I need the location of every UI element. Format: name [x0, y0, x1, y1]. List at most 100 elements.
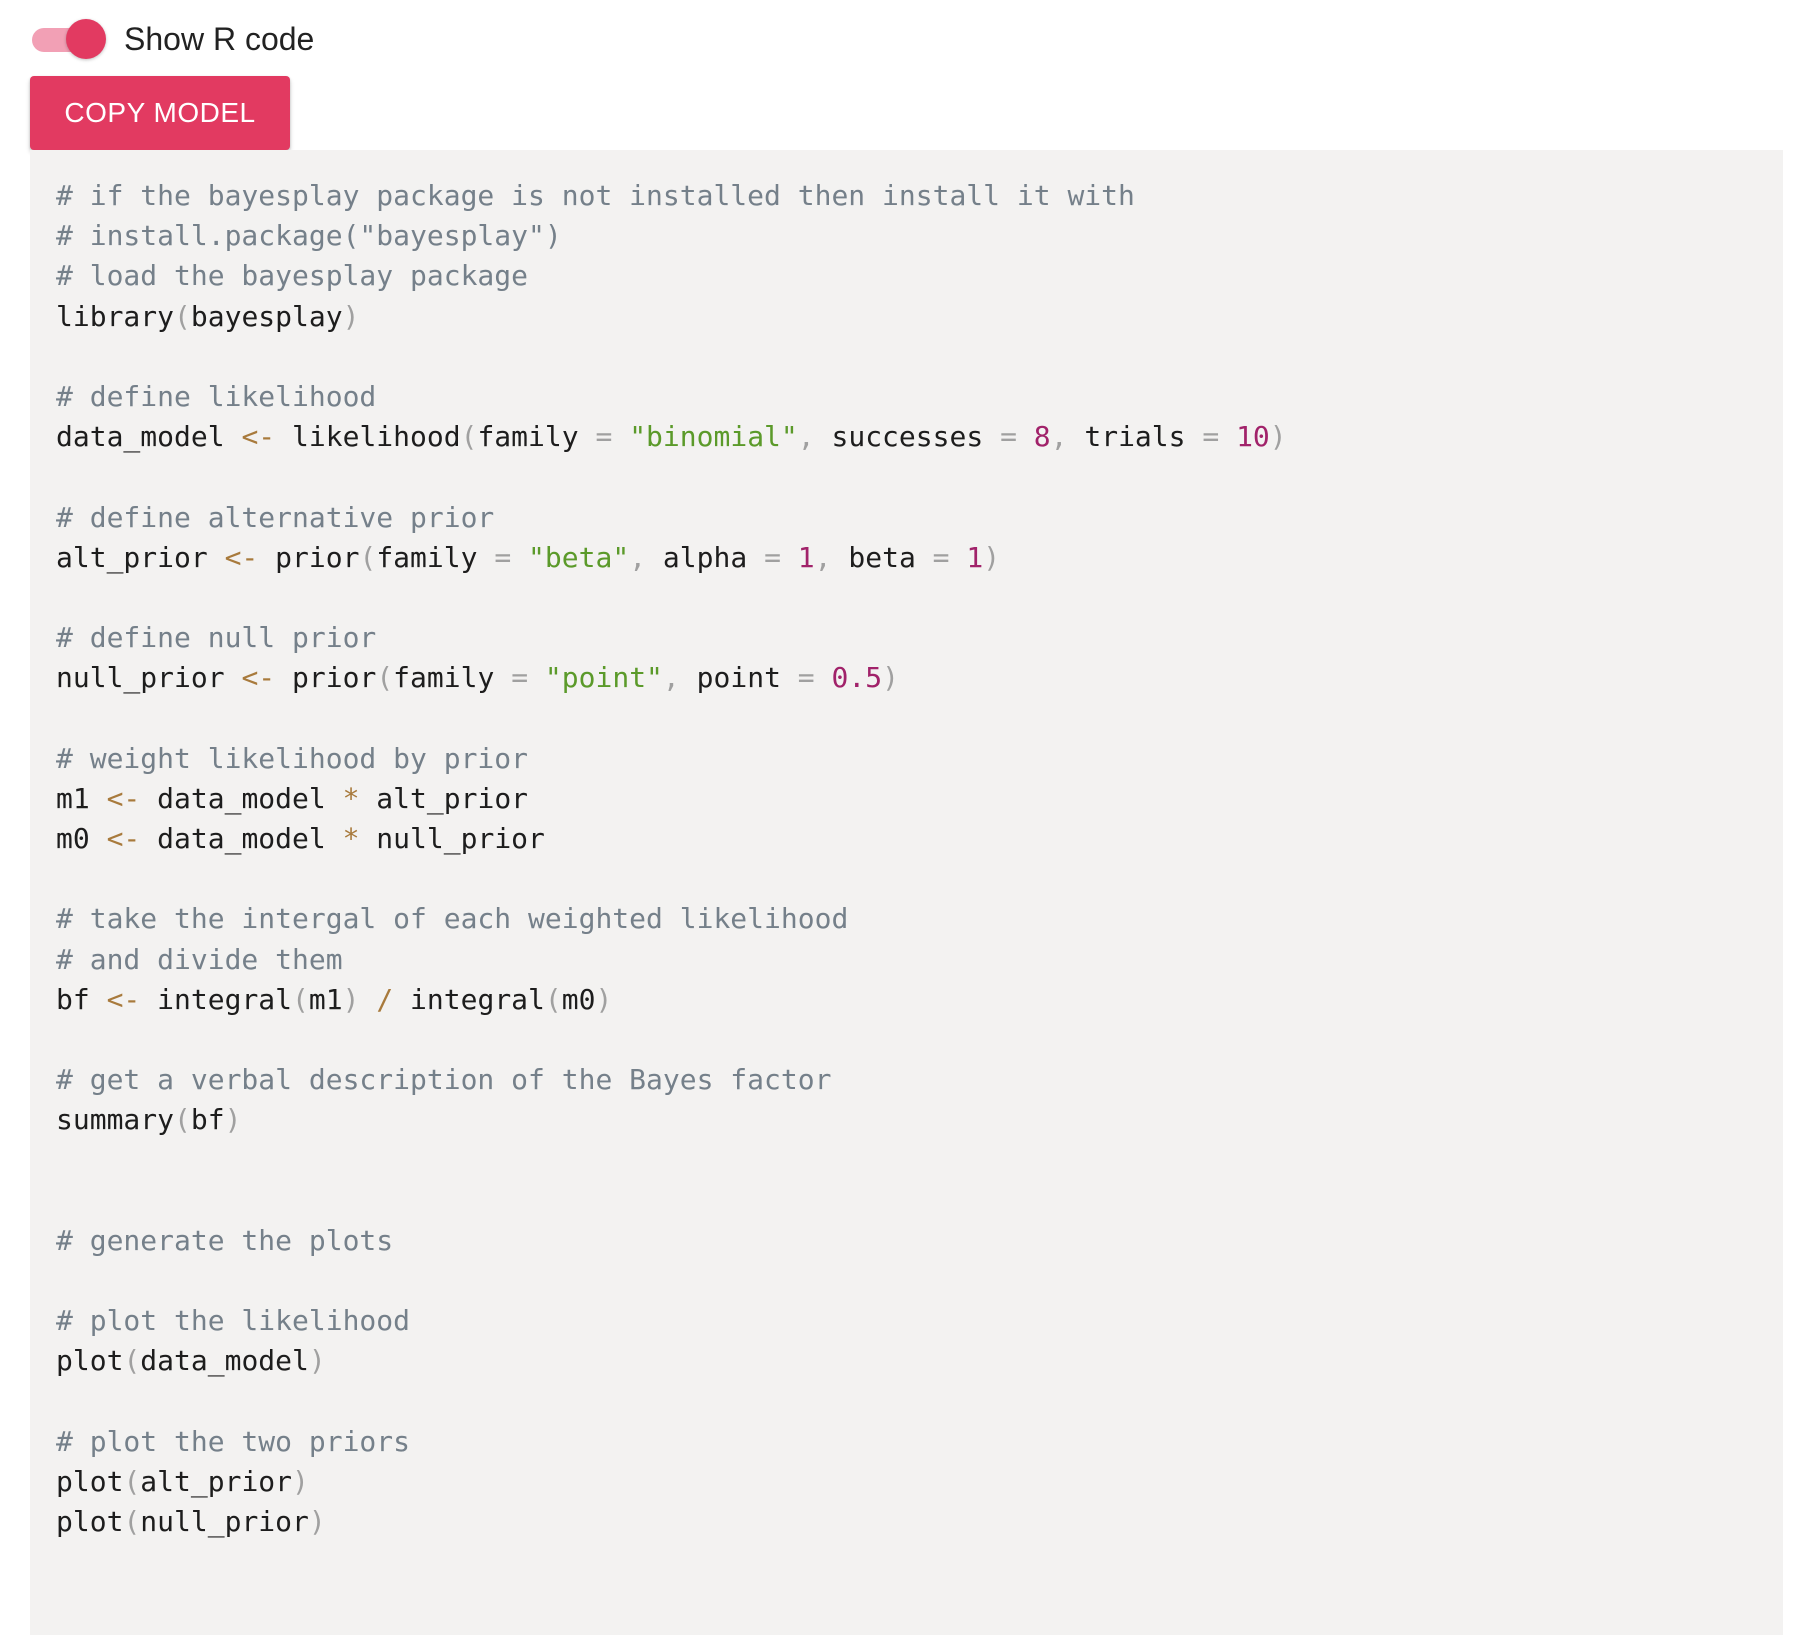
code-token-plain: successes: [814, 420, 1001, 454]
code-token-punct: =: [511, 661, 529, 695]
code-line: m0 <- data_model * null_prior: [56, 819, 1783, 859]
code-token-plain: family: [393, 661, 512, 695]
code-token-punct: ): [983, 540, 1001, 574]
code-token-punct: ,: [629, 540, 647, 574]
code-token-plain: point: [679, 661, 798, 695]
code-token-number: 8: [1033, 420, 1051, 454]
code-token-number: 10: [1236, 420, 1270, 454]
code-token-plain: integral: [393, 982, 545, 1016]
code-token-comment: # define null prior: [56, 621, 377, 655]
code-token-string: "point": [544, 661, 663, 695]
code-token-number: 1: [797, 540, 815, 574]
code-token-comment: # load the bayesplay package: [56, 259, 529, 293]
code-token-punct: ,: [662, 661, 680, 695]
code-token-punct: (: [544, 982, 562, 1016]
code-line: # if the bayesplay package is not instal…: [56, 176, 1783, 216]
code-token-plain: bf: [56, 982, 107, 1016]
code-token-plain: m1: [56, 781, 107, 815]
code-token-string: "binomial": [629, 420, 798, 454]
code-token-punct: (: [123, 1505, 141, 1539]
code-token-plain: prior: [275, 661, 377, 695]
code-token-op: <-: [224, 540, 259, 574]
code-panel[interactable]: # if the bayesplay package is not instal…: [30, 150, 1783, 1635]
code-token-plain: m0: [561, 982, 596, 1016]
r-code-block: # if the bayesplay package is not instal…: [56, 176, 1783, 1542]
code-token-punct: ): [224, 1103, 242, 1137]
page: Show R code COPY MODEL # if the bayespla…: [0, 0, 1811, 1635]
code-token-number: 0.5: [831, 661, 883, 695]
code-line: # define null prior: [56, 618, 1783, 658]
code-token-comment: # plot the likelihood: [56, 1304, 411, 1338]
code-token-comment: # get a verbal description of the Bayes …: [56, 1063, 832, 1097]
code-token-op: <-: [241, 661, 276, 695]
code-token-punct: (: [292, 982, 309, 1016]
code-line: data_model <- likelihood(family = "binom…: [56, 417, 1783, 457]
code-token-punct: =: [1202, 420, 1220, 454]
code-token-plain: beta: [831, 540, 933, 574]
code-token-comment: # define likelihood: [56, 379, 377, 413]
code-token-punct: ): [308, 1344, 326, 1378]
copy-model-button[interactable]: COPY MODEL: [30, 76, 290, 150]
code-token-punct: (: [359, 540, 377, 574]
code-token-plain: alt_prior: [359, 781, 529, 815]
code-token-punct: (: [174, 1103, 191, 1137]
code-token-punct: ): [342, 299, 360, 333]
code-token-plain: plot: [56, 1505, 124, 1539]
code-token-punct: ): [292, 1465, 309, 1498]
code-token-punct: ): [882, 661, 899, 695]
code-token-plain: family: [376, 540, 495, 574]
code-token-plain: data_model: [56, 420, 242, 454]
code-token-punct: (: [376, 661, 394, 695]
code-token-plain: trials: [1067, 420, 1203, 454]
code-line: # plot the likelihood: [56, 1301, 1783, 1341]
code-token-punct: ): [595, 982, 613, 1016]
code-line: library(bayesplay): [56, 297, 1783, 337]
code-token-plain: library: [56, 299, 175, 333]
code-token-punct: ): [1269, 420, 1287, 454]
code-token-plain: likelihood: [275, 420, 461, 454]
code-token-comment: # take the intergal of each weighted lik…: [56, 902, 849, 936]
code-line: # and divide them: [56, 940, 1783, 980]
code-token-plain: m0: [56, 822, 107, 855]
code-token-op: *: [342, 822, 360, 855]
code-line: # define likelihood: [56, 377, 1783, 417]
code-token-op: <-: [106, 781, 141, 815]
code-token-plain: data_model: [140, 1344, 309, 1378]
code-token-plain: bayesplay: [190, 299, 343, 333]
show-r-code-label[interactable]: Show R code: [124, 21, 314, 58]
code-token-plain: alt_prior: [140, 1465, 293, 1498]
code-token-punct: =: [494, 540, 512, 574]
code-line: plot(data_model): [56, 1341, 1783, 1381]
code-token-plain: alt_prior: [56, 540, 225, 574]
code-token-plain: prior: [258, 540, 360, 574]
code-token-plain: bf: [190, 1103, 225, 1137]
code-token-punct: ,: [814, 540, 832, 574]
code-token-punct: =: [764, 540, 781, 574]
code-line: # define alternative prior: [56, 498, 1783, 538]
switch-thumb[interactable]: [66, 19, 106, 59]
code-token-op: <-: [241, 420, 276, 454]
code-token-string: "beta": [528, 540, 630, 574]
code-line: # weight likelihood by prior: [56, 739, 1783, 779]
code-token-plain: alpha: [646, 540, 765, 574]
code-line: # load the bayesplay package: [56, 256, 1783, 296]
code-token-punct: =: [595, 420, 613, 454]
code-token-plain: m1: [308, 982, 343, 1016]
code-token-punct: (: [123, 1465, 141, 1498]
show-r-code-switch[interactable]: [30, 16, 106, 62]
code-token-op: *: [342, 781, 360, 815]
code-token-comment: # if the bayesplay package is not instal…: [56, 179, 1135, 212]
code-token-punct: ): [342, 982, 360, 1016]
